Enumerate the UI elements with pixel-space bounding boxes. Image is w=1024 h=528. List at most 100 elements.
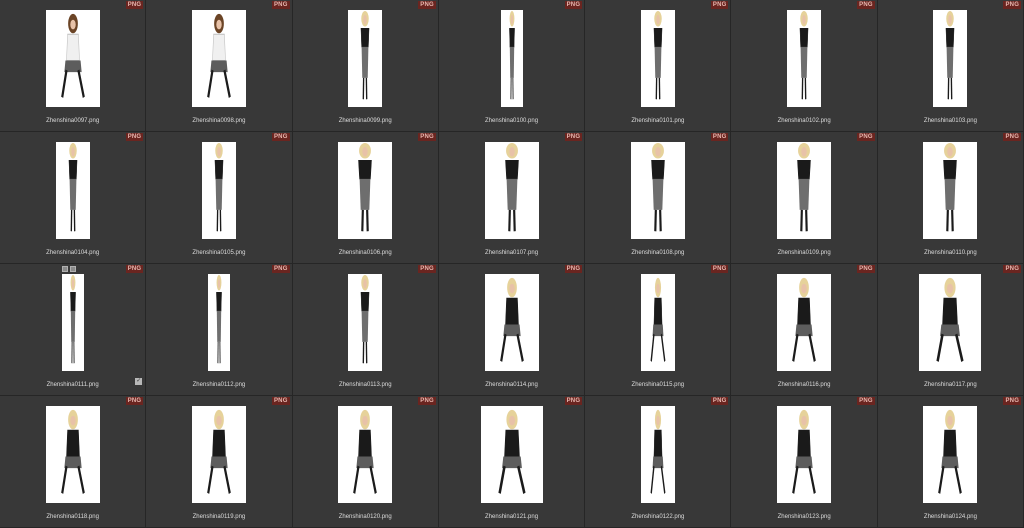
item-actions [62,266,76,272]
thumbnail-image[interactable] [348,274,383,371]
file-type-badge: PNG [271,133,290,141]
thumbnail-image[interactable] [61,274,84,371]
thumbnail-filename: Zhenshina0101.png [631,118,685,124]
thumbnail-item[interactable]: PNG Zhenshina0097.png [0,0,147,132]
thumbnail-item[interactable]: PNG Zhenshina0099.png [292,0,439,132]
thumbnail-image[interactable] [933,10,968,107]
thumbnail-filename: Zhenshina0124.png [923,514,977,520]
thumbnail-item[interactable]: PNG Zhenshina0119.png [146,396,293,528]
file-type-badge: PNG [710,265,729,273]
thumbnail-item[interactable]: PNG Zhenshina0098.png [146,0,293,132]
person-figure [499,277,524,362]
thumbnail-item[interactable]: PNG Zhenshina0122.png [585,396,732,528]
thumbnail-item[interactable]: PNG Zhenshina0108.png [585,132,732,264]
file-type-badge: PNG [857,397,875,405]
rotate-icon[interactable] [62,266,68,272]
person-figure [207,409,231,494]
person-figure [938,409,963,494]
file-type-badge: PNG [710,397,729,405]
file-type-badge: PNG [418,265,436,273]
thumbnail-image[interactable] [191,406,246,503]
person-figure [60,409,85,494]
file-type-badge: PNG [125,397,144,405]
file-type-badge: PNG [564,133,583,141]
person-figure [497,409,526,494]
thumbnail-image[interactable] [500,10,523,107]
thumbnail-filename: Zhenshina0113.png [338,382,392,388]
person-figure [60,13,85,98]
thumbnail-image[interactable] [777,142,832,239]
thumbnail-image[interactable] [348,10,383,107]
person-figure [360,274,370,364]
thumbnail-image[interactable] [201,142,236,239]
person-figure [68,142,77,232]
thumbnail-item[interactable]: PNG Zhenshina0112.png [146,264,293,396]
thumbnail-image[interactable] [919,274,982,371]
thumbnail-item[interactable]: PNG Zhenshina0105.png [146,132,293,264]
thumbnail-item[interactable]: PNG Zhenshina0110.png [877,132,1024,264]
file-type-badge: PNG [1003,133,1022,141]
thumbnail-image[interactable] [630,142,685,239]
thumbnail-image[interactable] [480,406,543,503]
file-type-badge: PNG [710,133,729,141]
thumbnail-item[interactable]: PNG Zhenshina0103.png [877,0,1024,132]
thumbnail-image[interactable] [55,142,90,239]
person-figure [216,274,222,364]
select-checkbox-icon[interactable]: ✓ [135,378,143,385]
thumbnail-filename: Zhenshina0097.png [46,118,100,124]
thumbnail-image[interactable] [45,10,100,107]
thumbnail-item[interactable]: PNG Zhenshina0124.png [877,396,1024,528]
thumbnail-image[interactable] [207,274,230,371]
file-type-badge: PNG [564,265,583,273]
thumbnail-item[interactable]: PNG Zhenshina0106.png [292,132,439,264]
thumbnail-filename: Zhenshina0123.png [777,514,831,520]
thumbnail-item[interactable]: PNG Zhenshina0107.png [438,132,586,264]
thumbnail-filename: Zhenshina0118.png [46,514,99,520]
thumbnail-image[interactable] [338,406,393,503]
thumbnail-item[interactable]: PNG Zhenshina0109.png [731,132,878,264]
person-figure [207,13,231,98]
person-figure [653,10,663,100]
thumbnail-item[interactable]: PNG Zhenshina0116.png [731,264,878,396]
thumbnail-item[interactable]: PNG Zhenshina0117.png [877,264,1024,396]
person-figure [504,142,519,232]
thumbnail-filename: Zhenshina0114.png [485,382,538,388]
thumbnail-grid: PNG Zhenshina0097.png PNG Zhenshina0098.png… [0,0,1024,528]
person-figure [797,142,811,232]
person-figure [360,10,370,100]
thumbnail-image[interactable] [777,274,832,371]
file-type-badge: PNG [271,265,290,273]
thumbnail-item[interactable]: PNG Zhenshina0120.png [292,396,439,528]
thumbnail-item[interactable]: PNG Zhenshina0111.png ✓ [0,264,147,396]
thumbnail-item[interactable]: PNG Zhenshina0123.png [731,396,878,528]
thumbnail-image[interactable] [923,406,978,503]
thumbnail-image[interactable] [777,406,832,503]
thumbnail-item[interactable]: PNG Zhenshina0115.png [585,264,732,396]
thumbnail-image[interactable] [484,274,539,371]
thumbnail-image[interactable] [484,142,539,239]
person-figure [508,10,515,100]
file-type-badge: PNG [857,133,875,141]
thumbnail-image[interactable] [787,10,822,107]
thumbnail-item[interactable]: PNG Zhenshina0101.png [585,0,732,132]
thumbnail-item[interactable]: PNG Zhenshina0102.png [731,0,878,132]
file-type-badge: PNG [1003,397,1022,405]
thumbnail-filename: Zhenshina0099.png [338,118,392,124]
thumbnail-item[interactable]: PNG Zhenshina0114.png [438,264,586,396]
thumbnail-item[interactable]: PNG Zhenshina0113.png [292,264,439,396]
thumbnail-image[interactable] [640,10,675,107]
thumbnail-image[interactable] [640,274,675,371]
file-type-badge: PNG [125,133,144,141]
thumbnail-item[interactable]: PNG Zhenshina0104.png [0,132,147,264]
thumbnail-image[interactable] [923,142,978,239]
thumbnail-image[interactable] [640,406,675,503]
thumbnail-item[interactable]: PNG Zhenshina0121.png [438,396,586,528]
thumbnail-image[interactable] [45,406,100,503]
edit-icon[interactable] [70,266,76,272]
thumbnail-item[interactable]: PNG Zhenshina0100.png [438,0,586,132]
thumbnail-image[interactable] [191,10,246,107]
thumbnail-filename: Zhenshina0120.png [338,514,392,520]
thumbnail-item[interactable]: PNG Zhenshina0118.png [0,396,147,528]
thumbnail-image[interactable] [338,142,393,239]
thumbnail-filename: Zhenshina0117.png [924,382,977,388]
